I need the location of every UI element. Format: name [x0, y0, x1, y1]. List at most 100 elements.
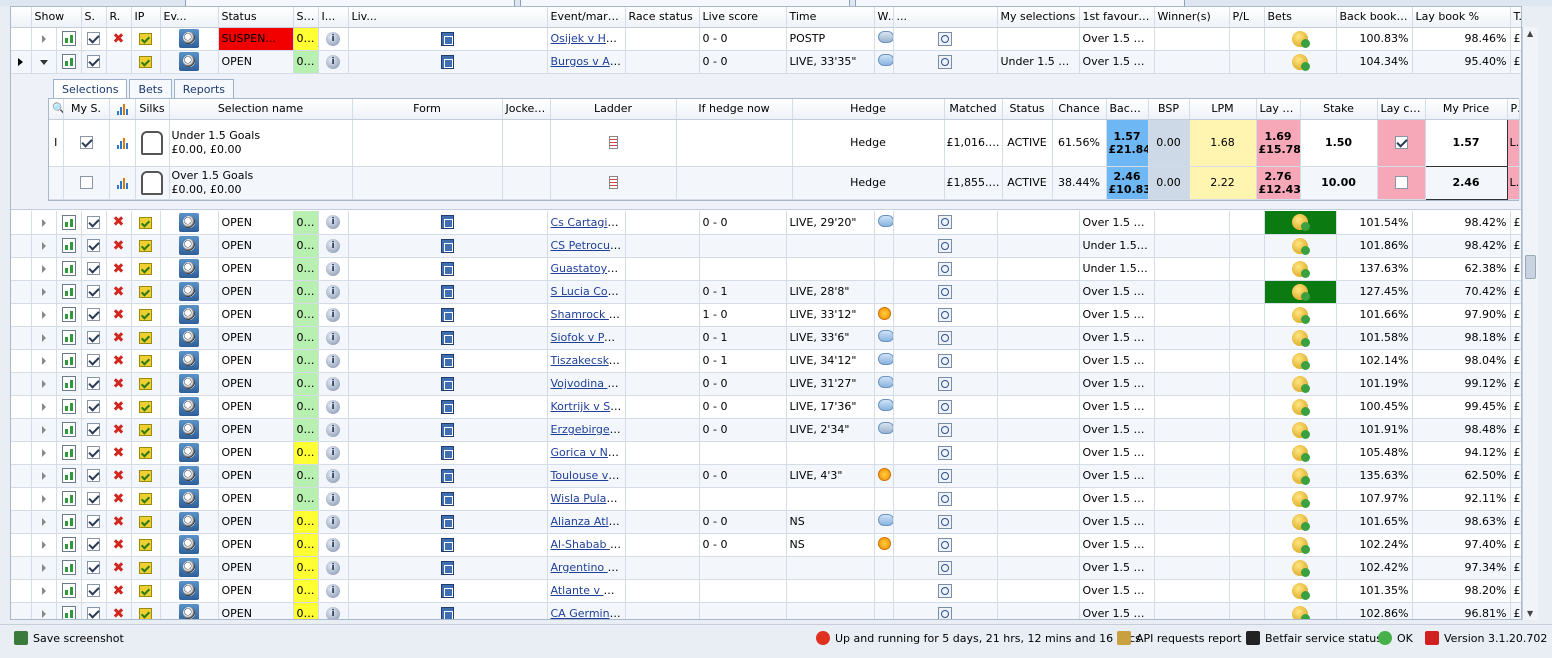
inplay-cell[interactable] — [131, 395, 161, 419]
my-selection-checkbox[interactable] — [79, 136, 93, 150]
info-cell[interactable]: i — [318, 234, 349, 258]
event-market-cell[interactable]: Argentino Monte Maiz v CS Atenas\O... — [547, 556, 626, 580]
header-info[interactable]: I... — [318, 7, 349, 28]
info-icon[interactable]: i — [326, 238, 340, 253]
selected-checkbox[interactable] — [81, 349, 107, 373]
market-row[interactable]: ✖ OPEN06-08 18:30 i Toulouse v Roma\Over/Un… — [11, 464, 1521, 488]
row-selector[interactable] — [11, 510, 32, 534]
vertical-scrollbar[interactable]: ▲ ▼ — [1522, 27, 1538, 620]
expand-toggle[interactable] — [31, 464, 57, 488]
show-market-icon[interactable] — [61, 583, 76, 598]
selected-checkbox[interactable] — [81, 579, 107, 603]
coins-icon[interactable] — [1292, 214, 1310, 232]
remove-cell[interactable]: ✖ — [106, 372, 132, 396]
selection-row-selector[interactable]: I — [49, 119, 64, 167]
live-video-cell[interactable] — [348, 602, 548, 619]
expand-icon[interactable] — [41, 218, 46, 227]
market-view-cell[interactable] — [893, 487, 998, 511]
bets-cell[interactable] — [1264, 326, 1337, 350]
expand-toggle[interactable] — [31, 211, 57, 235]
header-ev[interactable]: Ev... — [160, 7, 219, 28]
header-winners[interactable]: Winner(s) — [1154, 7, 1230, 28]
selected-checkbox[interactable] — [81, 280, 107, 304]
expand-icon[interactable] — [41, 541, 46, 549]
market-view-cell[interactable] — [893, 533, 998, 557]
event-market-cell[interactable]: S Lucia Cotzumalguapa v Marquense\... — [547, 280, 626, 304]
tab-selections[interactable]: Selections — [53, 79, 128, 99]
selected-check-icon[interactable] — [87, 400, 100, 414]
info-icon[interactable]: i — [326, 491, 340, 506]
show-market-icon[interactable] — [61, 399, 76, 414]
expand-toggle[interactable] — [31, 27, 57, 51]
remove-cell[interactable]: ✖ — [106, 602, 132, 619]
event-market-cell[interactable]: Osijek v Hajduk Split\Over/Under 1.5 ... — [547, 27, 626, 51]
remove-cell[interactable]: ✖ — [106, 349, 132, 373]
remove-x-icon[interactable]: ✖ — [113, 261, 125, 277]
info-icon[interactable]: i — [326, 54, 340, 69]
expand-toggle[interactable] — [31, 487, 57, 511]
info-icon[interactable]: i — [326, 468, 340, 483]
remove-cell[interactable]: ✖ — [106, 556, 132, 580]
event-market-link[interactable]: Kortrijk v Sint Truiden\Over/Under 1.5..… — [551, 400, 625, 413]
tab-bets[interactable]: Bets — [129, 79, 172, 99]
expand-icon[interactable] — [41, 564, 46, 572]
sel-header-chance[interactable]: Chance — [1052, 99, 1107, 120]
expand-toggle[interactable] — [31, 372, 57, 396]
live-video-icon[interactable] — [441, 307, 454, 322]
expand-toggle[interactable] — [31, 234, 57, 258]
market-view-cell[interactable] — [893, 395, 998, 419]
remove-x-icon[interactable]: ✖ — [113, 514, 125, 530]
remove-cell[interactable] — [106, 50, 132, 74]
market-row[interactable]: ✖ OPEN06-08 19:00 i Alianza Atletico v Cien… — [11, 510, 1521, 534]
magnifier-icon[interactable] — [938, 422, 952, 437]
live-video-icon[interactable] — [441, 353, 454, 368]
show-toggle[interactable] — [56, 234, 82, 258]
market-row[interactable]: ✖ OPEN06-08 18:30 i Gorica v NK Bilje\Over/… — [11, 441, 1521, 465]
selected-check-icon[interactable] — [87, 423, 100, 437]
magnifier-icon[interactable] — [938, 54, 952, 69]
header-lay-book[interactable]: Lay book % — [1412, 7, 1511, 28]
sel-header-stake[interactable]: Stake — [1300, 99, 1378, 120]
market-view-cell[interactable] — [893, 257, 998, 281]
info-cell[interactable]: i — [318, 510, 349, 534]
scroll-up-icon[interactable]: ▲ — [1527, 29, 1533, 38]
header-bets[interactable]: Bets — [1264, 7, 1337, 28]
show-market-icon[interactable] — [61, 468, 76, 483]
show-market-icon[interactable] — [61, 491, 76, 506]
row-selector[interactable] — [11, 464, 32, 488]
expand-toggle[interactable] — [31, 50, 57, 74]
ladder-cell[interactable] — [550, 119, 677, 167]
selected-check-icon[interactable] — [87, 377, 100, 391]
live-video-cell[interactable] — [348, 326, 548, 350]
selection-row-selector[interactable] — [49, 166, 64, 200]
coins-icon[interactable] — [1292, 467, 1310, 485]
market-view-cell[interactable] — [893, 556, 998, 580]
market-row[interactable]: ✖ OPEN06-08 19:00 i CA Germinal v Club Cipo… — [11, 602, 1521, 619]
magnifier-icon[interactable] — [938, 445, 952, 460]
selected-checkbox[interactable] — [81, 211, 107, 235]
coins-icon[interactable] — [1292, 283, 1310, 301]
coins-icon[interactable] — [1292, 352, 1310, 370]
info-icon[interactable]: i — [326, 583, 340, 598]
sel-header-matched[interactable]: Matched — [944, 99, 1003, 120]
market-view-cell[interactable] — [893, 464, 998, 488]
live-video-icon[interactable] — [441, 284, 454, 299]
my-selection-checkbox-cell[interactable] — [63, 166, 110, 200]
info-cell[interactable]: i — [318, 372, 349, 396]
event-market-link[interactable]: Guastatoya v CSD Tellioz\Over/Under... — [551, 262, 625, 275]
remove-x-icon[interactable]: ✖ — [113, 307, 125, 323]
selected-check-icon[interactable] — [87, 285, 100, 299]
inplay-yes-icon[interactable] — [139, 539, 152, 551]
sel-header-chart-icon[interactable] — [109, 99, 136, 120]
expand-toggle[interactable] — [31, 579, 57, 603]
remove-cell[interactable]: ✖ — [106, 280, 132, 304]
inplay-yes-icon[interactable] — [139, 424, 152, 436]
remove-x-icon[interactable]: ✖ — [113, 491, 125, 507]
expand-icon[interactable] — [41, 242, 46, 250]
selected-check-icon[interactable] — [87, 515, 100, 529]
inplay-yes-icon[interactable] — [139, 56, 152, 68]
magnifier-icon[interactable] — [938, 238, 952, 253]
sel-header-jockey[interactable]: Jockey and trainer — [502, 99, 551, 120]
show-toggle[interactable] — [56, 418, 82, 442]
info-icon[interactable]: i — [326, 353, 340, 368]
